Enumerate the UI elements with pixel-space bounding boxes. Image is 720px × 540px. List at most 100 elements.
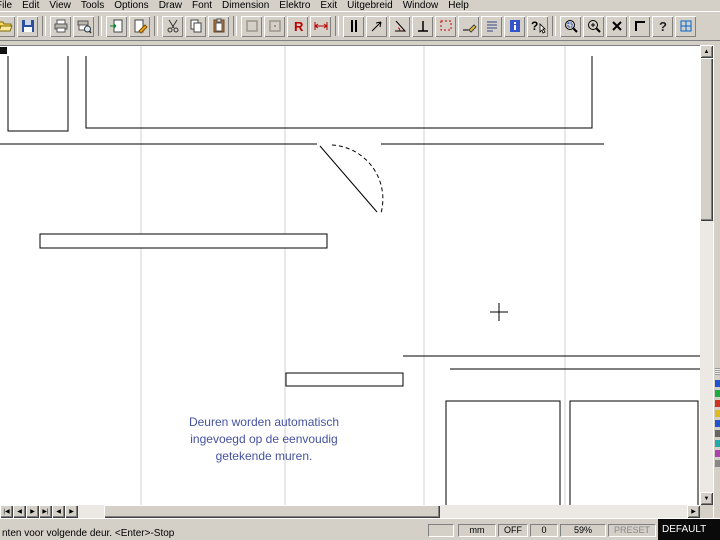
door-leaf[interactable] bbox=[319, 145, 378, 213]
print-button[interactable] bbox=[50, 15, 71, 37]
parallel-lines-button[interactable] bbox=[343, 15, 364, 37]
sheet-nav-button-5[interactable]: ▶ bbox=[65, 505, 78, 518]
frame-a-button[interactable] bbox=[241, 15, 262, 37]
save-button[interactable] bbox=[17, 15, 38, 37]
docked-icon-2[interactable] bbox=[715, 390, 720, 397]
info-icon bbox=[509, 20, 520, 32]
door-swing-arc[interactable] bbox=[331, 144, 384, 214]
vertical-scrollbar[interactable]: ▲ ▼ bbox=[700, 45, 713, 505]
status-units-field[interactable]: mm bbox=[458, 524, 496, 537]
annotation-line-2: ingevoegd op de eenvoudig bbox=[190, 432, 338, 446]
selection-window-button[interactable] bbox=[435, 15, 456, 37]
draw-line-button[interactable] bbox=[458, 15, 479, 37]
menu-item-file[interactable]: File bbox=[0, 0, 17, 11]
sheet-nav-button-2[interactable]: ▶ bbox=[26, 505, 39, 518]
menu-item-tools[interactable]: Tools bbox=[76, 0, 109, 11]
annotation-line-3: getekende muren. bbox=[215, 449, 313, 463]
toolbar-separator bbox=[552, 16, 556, 36]
copy-button[interactable] bbox=[185, 15, 206, 37]
docked-icon-6[interactable] bbox=[715, 430, 720, 437]
scroll-up-button[interactable]: ▲ bbox=[700, 45, 713, 58]
sheet-nav-buttons[interactable]: |◀ ◀ ▶ ▶| ◀ ▶ bbox=[0, 505, 78, 518]
angle-snap-button[interactable] bbox=[389, 15, 410, 37]
pencil-line-icon bbox=[462, 24, 477, 33]
import-page-button[interactable] bbox=[106, 15, 127, 37]
menu-item-draw[interactable]: Draw bbox=[154, 0, 187, 11]
svg-text:?: ? bbox=[659, 19, 667, 34]
menu-item-dimension[interactable]: Dimension bbox=[217, 0, 274, 11]
paste-button[interactable] bbox=[208, 15, 229, 37]
help-button[interactable]: ? bbox=[652, 15, 673, 37]
menu-item-exit[interactable]: Exit bbox=[315, 0, 342, 11]
grid-icon bbox=[680, 20, 691, 32]
menu-item-help[interactable]: Help bbox=[443, 0, 474, 11]
page-import-icon bbox=[109, 19, 122, 33]
print-preview-button[interactable] bbox=[73, 15, 94, 37]
horizontal-scroll-thumb[interactable] bbox=[104, 505, 440, 518]
line-list-button[interactable] bbox=[481, 15, 502, 37]
context-help-button[interactable]: ? bbox=[527, 15, 548, 37]
tutorial-annotation: Deuren worden automatisch ingevoegd op d… bbox=[124, 414, 404, 465]
docked-icon-7[interactable] bbox=[715, 440, 720, 447]
docked-icon-9[interactable] bbox=[715, 460, 720, 467]
status-spare-field bbox=[428, 524, 454, 537]
zoom-window-icon bbox=[564, 20, 578, 33]
menu-item-view[interactable]: View bbox=[44, 0, 76, 11]
menu-item-elektro[interactable]: Elektro bbox=[274, 0, 315, 11]
list-lines-icon bbox=[486, 21, 497, 32]
scroll-down-button[interactable]: ▼ bbox=[700, 492, 713, 505]
open-button[interactable] bbox=[0, 15, 15, 37]
snap-direction-button[interactable] bbox=[366, 15, 387, 37]
door-symbol[interactable] bbox=[319, 144, 384, 214]
zoom-scale-button[interactable] bbox=[583, 15, 604, 37]
docked-icon-4[interactable] bbox=[715, 410, 720, 417]
redline-symbol-button[interactable]: R bbox=[287, 15, 308, 37]
menu-item-edit[interactable]: Edit bbox=[17, 0, 44, 11]
scroll-right-button[interactable]: ▶ bbox=[687, 505, 700, 518]
copy-icon bbox=[190, 19, 201, 33]
scissors-icon bbox=[167, 19, 178, 33]
frame-b-button[interactable] bbox=[264, 15, 285, 37]
menu-item-options[interactable]: Options bbox=[109, 0, 153, 11]
cut-button[interactable] bbox=[162, 15, 183, 37]
status-ortho-toggle[interactable]: OFF bbox=[498, 524, 528, 537]
docked-icon-5[interactable] bbox=[715, 420, 720, 427]
zoom-window-button[interactable] bbox=[560, 15, 581, 37]
docked-lines-icon[interactable] bbox=[715, 368, 720, 375]
edit-page-button[interactable] bbox=[129, 15, 150, 37]
save-floppy-icon bbox=[21, 20, 34, 32]
menu-item-font[interactable]: Font bbox=[187, 0, 217, 11]
sheet-nav-button-3[interactable]: ▶| bbox=[39, 505, 52, 518]
docked-icon-8[interactable] bbox=[715, 450, 720, 457]
perpendicular-snap-button[interactable] bbox=[412, 15, 433, 37]
annotation-line-1: Deuren worden automatisch bbox=[188, 415, 340, 429]
info-button[interactable] bbox=[504, 15, 525, 37]
sheet-nav-button-4[interactable]: ◀ bbox=[52, 505, 65, 518]
status-preset-field[interactable]: PRESET FIT bbox=[608, 524, 656, 537]
erase-button[interactable] bbox=[606, 15, 627, 37]
corner-icon bbox=[634, 21, 645, 31]
vertical-scroll-thumb[interactable] bbox=[700, 58, 713, 221]
docked-icon-3[interactable] bbox=[715, 400, 720, 407]
toolbar-separator bbox=[335, 16, 339, 36]
toolbar-separator bbox=[98, 16, 102, 36]
sheet-nav-button-1[interactable]: ◀ bbox=[13, 505, 26, 518]
red-dimension-button[interactable] bbox=[310, 15, 331, 37]
grid-tool-button[interactable] bbox=[675, 15, 696, 37]
status-layer-field[interactable]: DEFAULT bbox=[658, 519, 720, 540]
docked-icon-1[interactable] bbox=[715, 380, 720, 387]
print-preview-icon bbox=[77, 20, 92, 34]
drawing-canvas[interactable]: Deuren worden automatisch ingevoegd op d… bbox=[0, 45, 700, 506]
red-dashed-rect-icon bbox=[440, 20, 451, 31]
menu-item-window[interactable]: Window bbox=[398, 0, 444, 11]
corner-frame-button[interactable] bbox=[629, 15, 650, 37]
command-prompt-message: nten voor volgende deur. <Enter>-Stop bbox=[2, 528, 175, 539]
status-zoom-field[interactable]: 59% bbox=[560, 524, 606, 537]
open-folder-icon bbox=[0, 21, 13, 32]
horizontal-scrollbar[interactable]: ▶ bbox=[0, 505, 700, 518]
clipboard-paste-icon bbox=[213, 18, 224, 33]
docked-right-toolbar bbox=[713, 45, 720, 518]
sheet-nav-button-0[interactable]: |◀ bbox=[0, 505, 13, 518]
application-window: FileEditViewToolsOptionsDrawFontDimensio… bbox=[0, 0, 720, 540]
menu-item-uitgebreid[interactable]: Uitgebreid bbox=[342, 0, 398, 11]
